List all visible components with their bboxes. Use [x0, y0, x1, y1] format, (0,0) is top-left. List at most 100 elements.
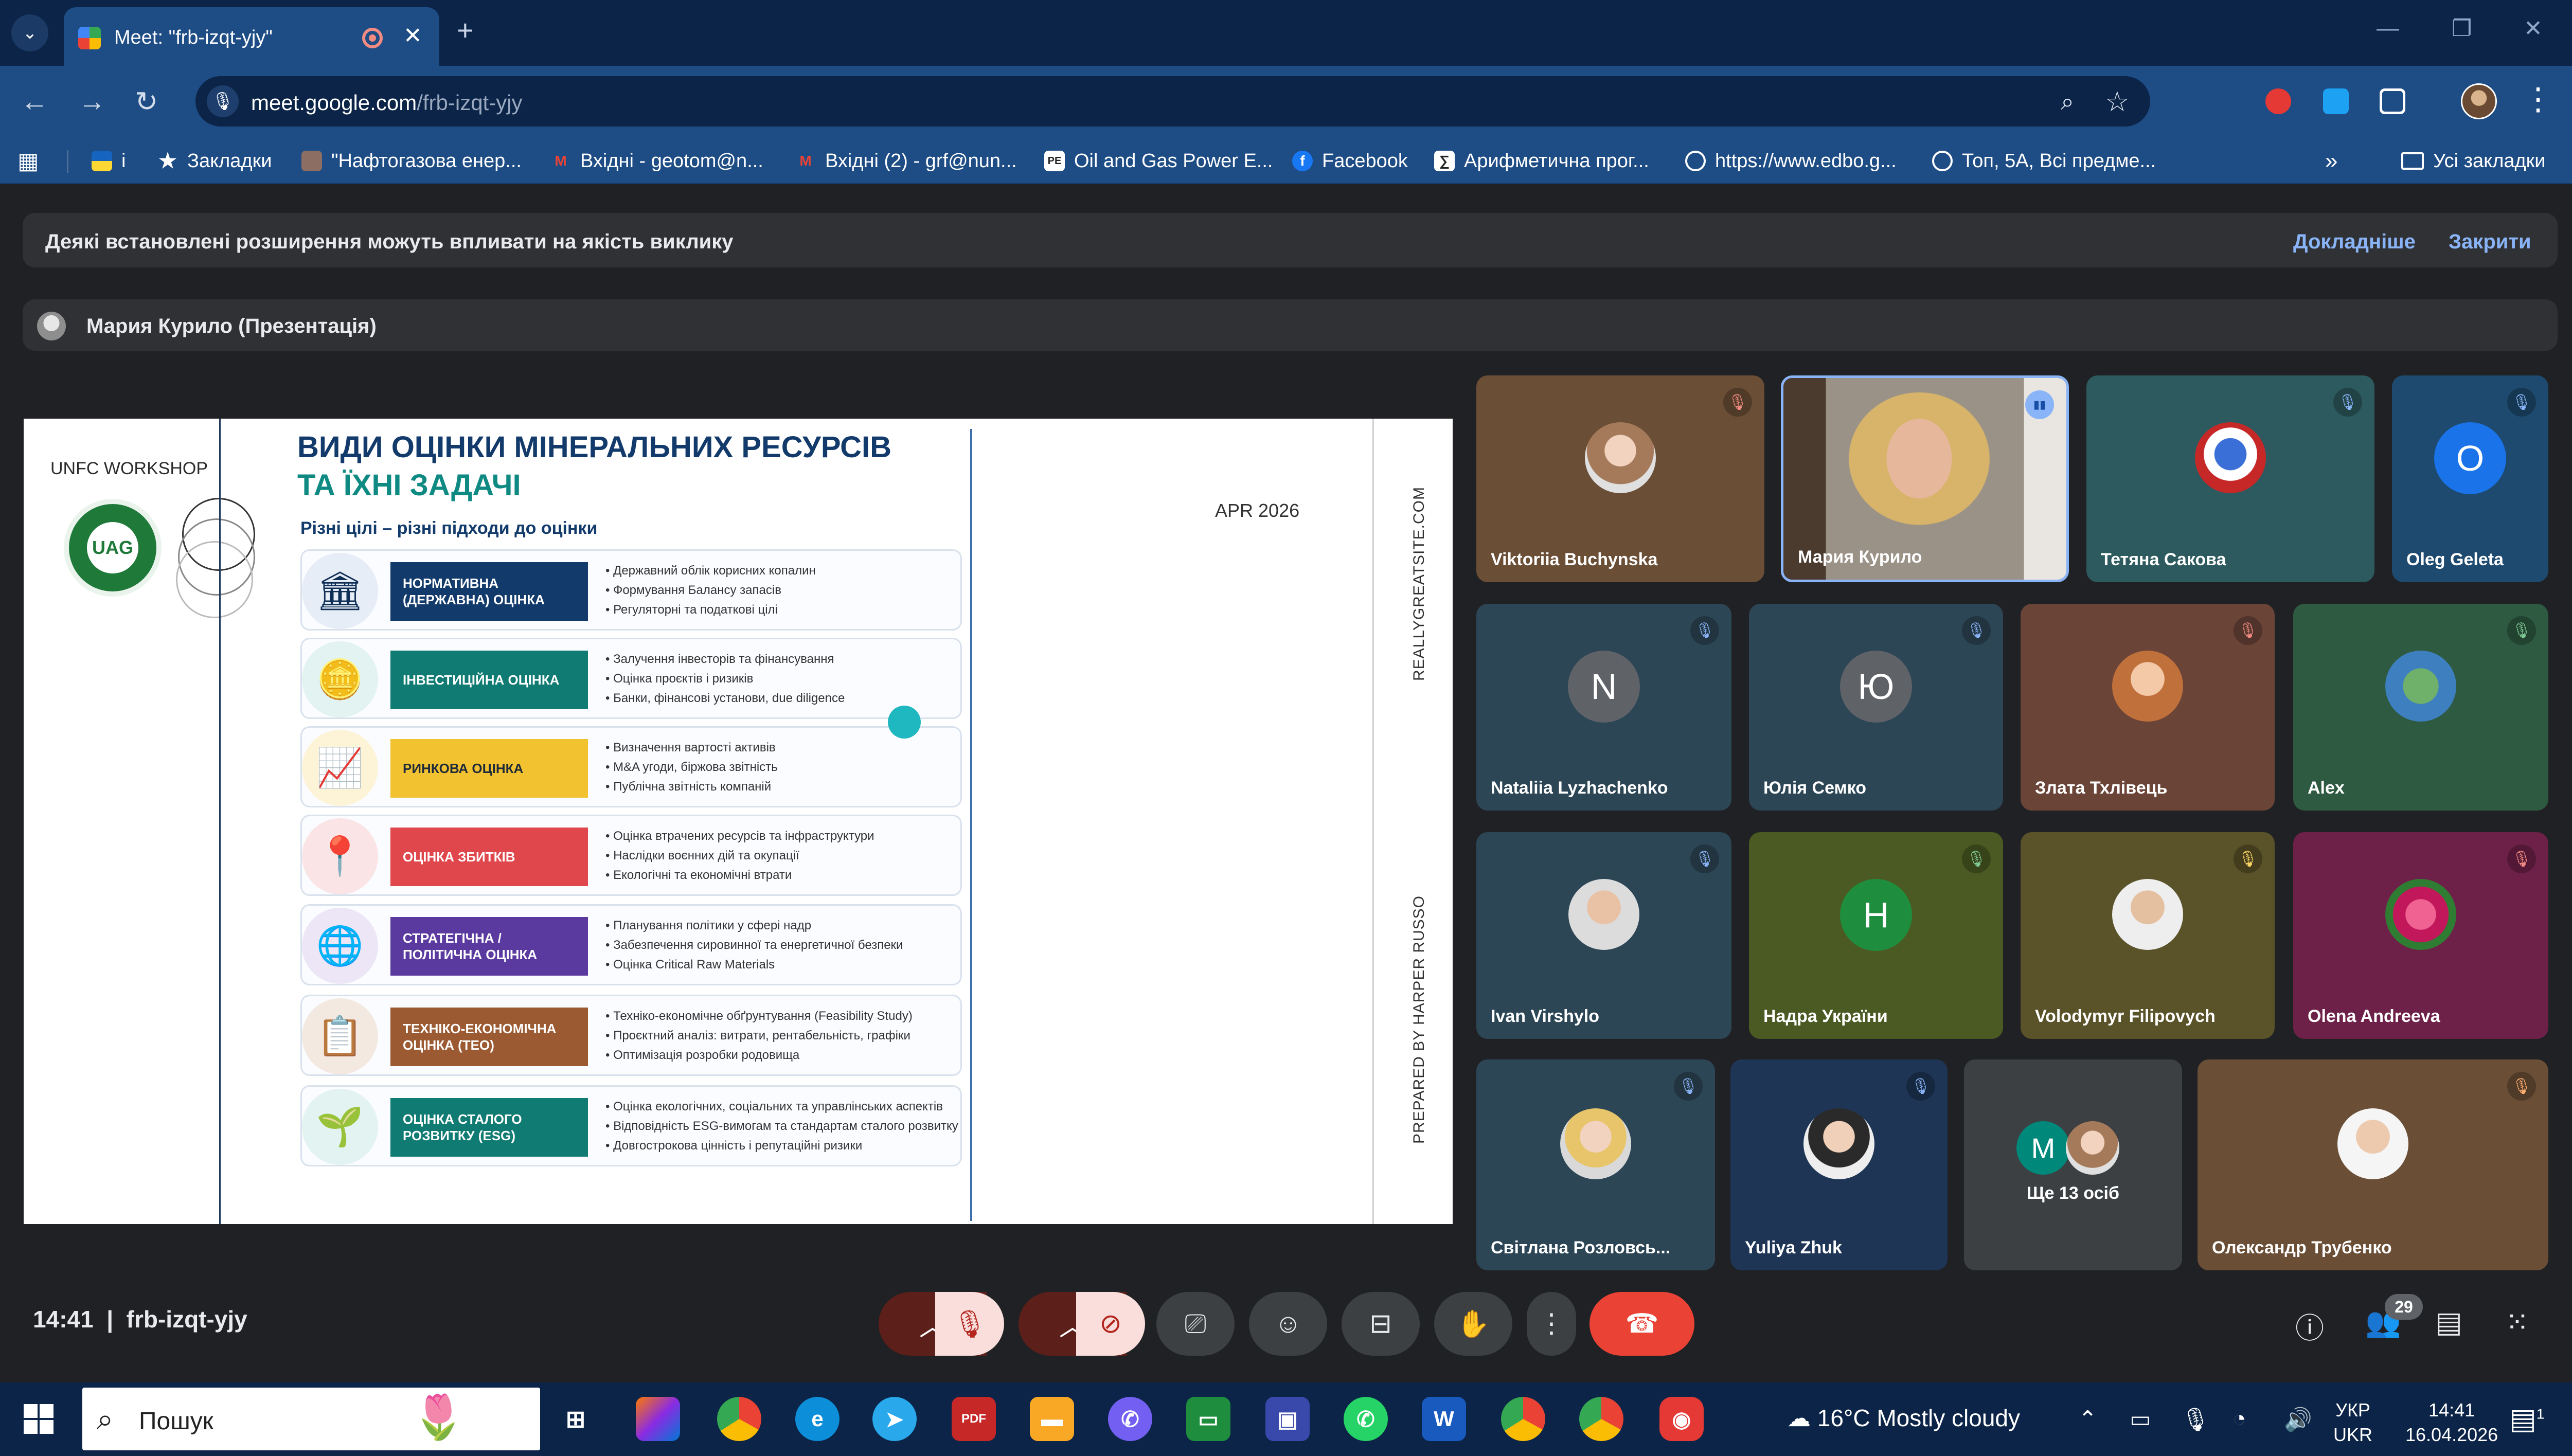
learn-more-link[interactable]: Докладніше: [2293, 230, 2416, 254]
participant-tile[interactable]: 🎙 Злата Тхлівець: [2021, 604, 2275, 811]
close-banner-button[interactable]: Закрити: [2449, 230, 2531, 254]
bookmark-2[interactable]: "Нафтогазова енер...: [301, 149, 522, 173]
chat-app-icon[interactable]: ▭: [1186, 1397, 1230, 1441]
extension-red-icon[interactable]: [2265, 88, 2291, 114]
present-screen-button[interactable]: ⎚: [1156, 1292, 1235, 1356]
participant-avatar: [1560, 1108, 1631, 1179]
close-tab-icon[interactable]: ✕: [403, 23, 422, 49]
reload-button[interactable]: ↻: [135, 85, 158, 118]
evaluation-type-bullets: Техніко-економічне обґрунтування (Feasib…: [605, 1006, 913, 1065]
input-language[interactable]: УКР UKR: [2333, 1398, 2372, 1447]
extensions-puzzle-icon[interactable]: [2380, 88, 2405, 114]
weather-widget[interactable]: ☁ 16°C Mostly cloudy: [1787, 1404, 2020, 1432]
bullet-item: Довгострокова цінність і репутаційні риз…: [605, 1136, 958, 1156]
address-bar[interactable]: 🎙 meet.google.com/frb-izqt-yjy ⌕ ☆: [195, 76, 2150, 127]
bookmark-1[interactable]: ★ Закладки: [157, 149, 272, 173]
clipboard-icon: 📋: [302, 998, 378, 1074]
bookmark-6[interactable]: f Facebook: [1292, 149, 1408, 173]
forward-button[interactable]: →: [78, 85, 106, 117]
bookmark-9[interactable]: Топ, 5А, Всі предме...: [1932, 149, 2156, 173]
bookmark-0[interactable]: і: [92, 149, 126, 173]
bookmark-4[interactable]: M Вхідні (2) - grf@nun...: [795, 149, 1016, 173]
captions-button[interactable]: ⊟: [1342, 1292, 1420, 1356]
close-window-icon[interactable]: ✕: [2524, 15, 2543, 42]
taskbar-search-box[interactable]: ⌕ Пошук 🌷: [82, 1388, 540, 1450]
battery-icon[interactable]: ▭: [2130, 1406, 2151, 1432]
more-options-button[interactable]: ⋮: [1527, 1292, 1576, 1356]
chrome-profile-2-icon[interactable]: [1579, 1397, 1623, 1441]
participant-tile[interactable]: 🎙 Тетяна Сакова: [2086, 375, 2374, 582]
telegram-icon[interactable]: ➤: [872, 1397, 917, 1441]
participant-tile[interactable]: 🎙 Olena Andreeva: [2293, 832, 2548, 1039]
all-bookmarks[interactable]: Усі закладки: [2401, 149, 2546, 173]
site-info-icon[interactable]: 🎙: [207, 85, 239, 117]
more-bookmarks-icon[interactable]: »: [2325, 148, 2337, 173]
extension-blue-icon[interactable]: [2323, 88, 2349, 114]
save-app-icon[interactable]: ▣: [1265, 1397, 1310, 1441]
copilot-icon[interactable]: [636, 1397, 680, 1441]
meeting-info-icon[interactable]: ⓘ: [2295, 1305, 2324, 1347]
viber-icon[interactable]: ✆: [1108, 1397, 1152, 1441]
chat-icon[interactable]: ▤: [2435, 1305, 2462, 1339]
participant-tile[interactable]: Ю 🎙 Юлія Семко: [1749, 604, 2003, 811]
apps-grid-icon[interactable]: ▦: [17, 149, 39, 174]
back-button[interactable]: ←: [21, 85, 48, 117]
edge-icon[interactable]: e: [795, 1397, 840, 1441]
slide-workshop-label: UNFC WORKSHOP: [50, 459, 208, 478]
bookmark-8[interactable]: https://www.edbo.g...: [1685, 149, 1897, 173]
microphone-tray-icon[interactable]: 🎙: [2181, 1406, 2210, 1433]
network-icon[interactable]: ◔: [2232, 1406, 2246, 1432]
browser-menu-icon[interactable]: ⋮: [2523, 81, 2553, 117]
bookmark-3[interactable]: M Вхідні - geotom@n...: [550, 149, 763, 173]
presenter-name: Мария Курило (Презентація): [86, 315, 377, 337]
participant-initial-avatar: Ю: [1840, 651, 1912, 723]
file-explorer-icon[interactable]: ▬: [1030, 1397, 1074, 1441]
browser-tab[interactable]: Meet: "frb-izqt-yjy" ✕: [64, 7, 439, 66]
chrome-profile-icon[interactable]: [1501, 1397, 1545, 1441]
word-icon[interactable]: W: [1422, 1397, 1466, 1441]
activities-grid-icon[interactable]: ⁙: [2505, 1305, 2529, 1339]
participant-tile[interactable]: N 🎙 Nataliia Lyzhachenko: [1476, 604, 1731, 811]
chrome-icon[interactable]: [717, 1397, 761, 1441]
windows-start-icon[interactable]: [24, 1404, 53, 1434]
url-text: meet.google.com/frb-izqt-yjy: [251, 91, 523, 115]
profile-avatar[interactable]: [2461, 83, 2497, 119]
volume-icon[interactable]: 🔊: [2284, 1406, 2312, 1433]
emoji-reactions-button[interactable]: ☺: [1249, 1292, 1327, 1356]
participant-tile[interactable]: O 🎙 Oleg Geleta: [2392, 375, 2548, 582]
leave-call-button[interactable]: ☎: [1589, 1292, 1694, 1356]
participant-tile[interactable]: 🎙 Volodymyr Filipovych: [2021, 832, 2275, 1039]
evaluation-type-card: 🌱ОЦІНКА СТАЛОГО РОЗВИТКУ (ESG) Оцінка еко…: [300, 1085, 962, 1166]
participant-avatar: [2385, 879, 2456, 950]
participant-name: Ще 13 осіб: [2027, 1183, 2119, 1203]
participant-name: Надра України: [1763, 1006, 1888, 1026]
minimize-window-icon[interactable]: —: [2377, 15, 2399, 41]
whatsapp-icon[interactable]: ✆: [1344, 1397, 1388, 1441]
taskbar-clock[interactable]: 14:41 16.04.2026: [2405, 1398, 2498, 1447]
pdf-reader-icon[interactable]: PDF: [952, 1397, 996, 1441]
new-tab-button[interactable]: +: [457, 13, 474, 47]
notifications-icon[interactable]: ▤1: [2509, 1402, 2545, 1436]
raise-hand-button[interactable]: ✋: [1434, 1292, 1512, 1356]
participant-tile[interactable]: 🎙 Ivan Virshylo: [1476, 832, 1731, 1039]
bullet-item: Екологічні та економічні втрати: [605, 866, 874, 885]
participant-name: Злата Тхлівець: [2035, 778, 2168, 798]
camera-off-button[interactable]: ⊘: [1076, 1292, 1145, 1356]
uag-logo: UAG: [64, 499, 162, 597]
tray-expand-icon[interactable]: ⌃: [2078, 1406, 2097, 1432]
bookmark-7[interactable]: ∑ Арифметична прог...: [1434, 149, 1649, 173]
task-view-icon[interactable]: ⊞: [553, 1397, 598, 1441]
participant-tile[interactable]: H 🎙 Надра України: [1749, 832, 2003, 1039]
zoom-icon[interactable]: ⌕: [2061, 87, 2074, 116]
participant-tile[interactable]: 🎙 Viktoriia Buchynska: [1476, 375, 1764, 582]
tab-search-button[interactable]: ⌄: [11, 14, 48, 51]
restore-window-icon[interactable]: ❐: [2452, 15, 2472, 42]
participant-tile[interactable]: 🎙 Alex: [2293, 604, 2548, 811]
bookmark-star-icon[interactable]: ☆: [2105, 85, 2130, 118]
mic-muted-icon: 🎙: [1962, 844, 1991, 873]
participant-tile[interactable]: ▮▮ Мария Курило: [1781, 375, 2069, 582]
mic-off-button[interactable]: 🎙: [935, 1292, 1004, 1356]
presenter-chip[interactable]: Мария Курило (Презентація): [23, 299, 2558, 351]
bookmark-5[interactable]: PE Oil and Gas Power E...: [1044, 149, 1273, 173]
screen-recorder-icon[interactable]: ◉: [1659, 1397, 1704, 1441]
